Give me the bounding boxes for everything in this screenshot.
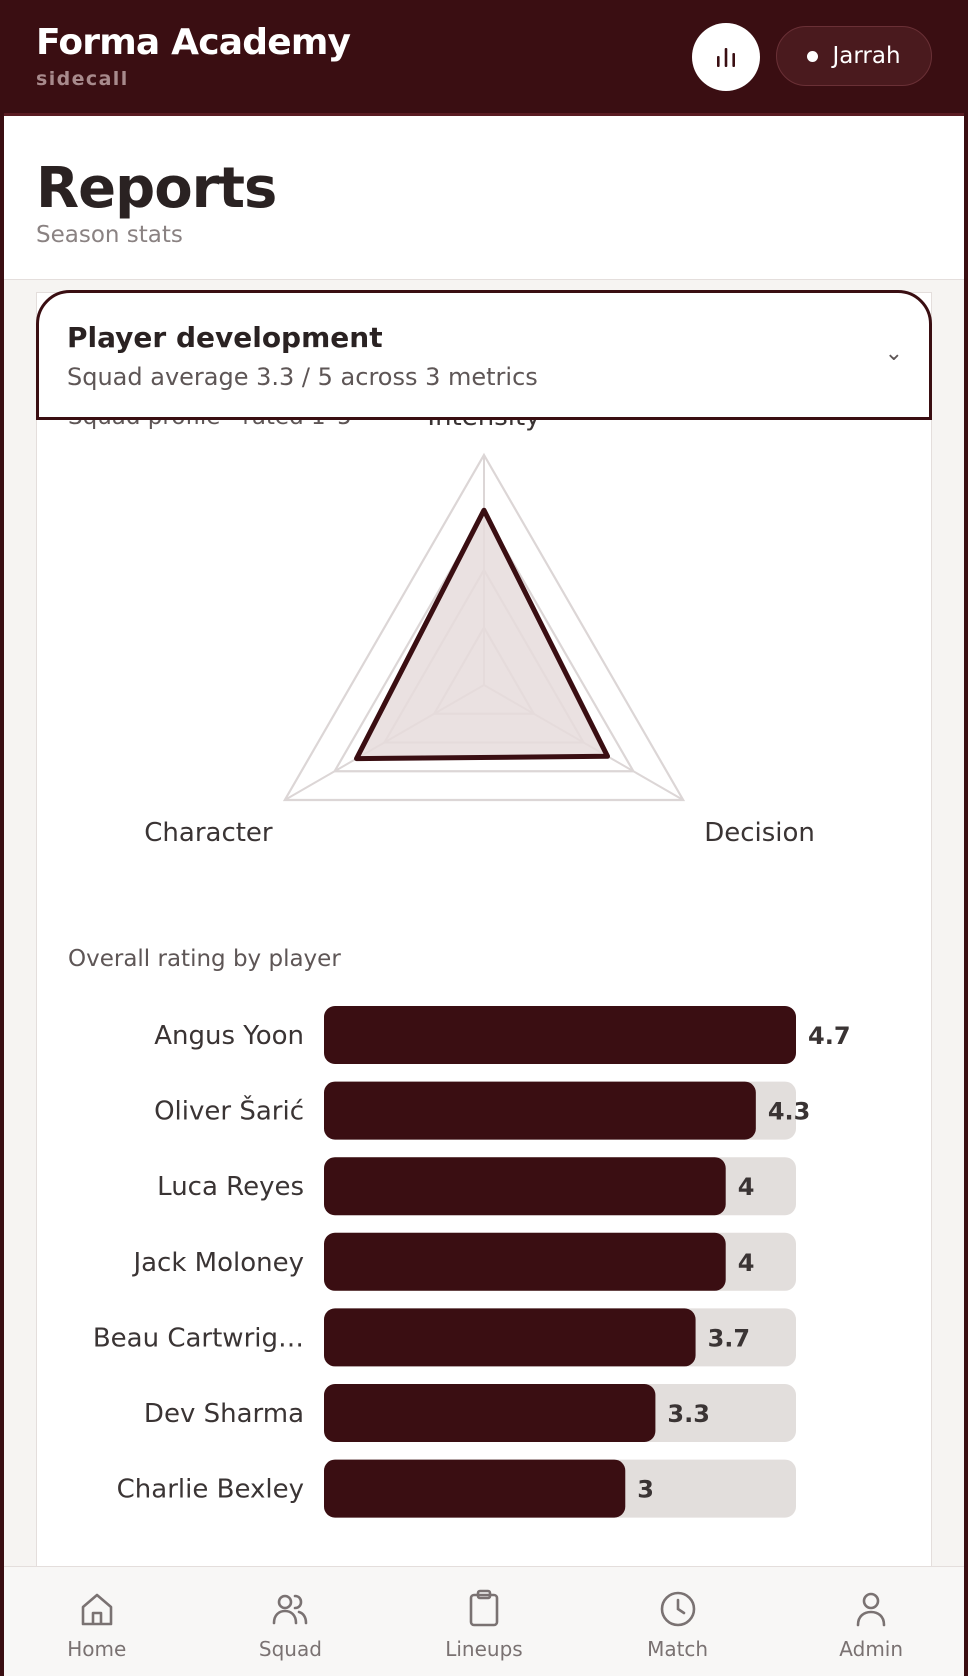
bar-category-label: Jack Moloney xyxy=(131,1248,304,1278)
chevron-down-icon: ⌄ xyxy=(884,341,903,366)
brand-title[interactable]: Forma Academy xyxy=(36,22,351,63)
clipboard-icon xyxy=(469,1589,499,1627)
home-icon xyxy=(81,1593,113,1626)
bar-category-label: Charlie Bexley xyxy=(117,1475,304,1505)
bar-category-label: Angus Yoon xyxy=(154,1021,304,1051)
user-icon xyxy=(856,1592,886,1627)
radar-axis-label: Decision xyxy=(704,818,815,848)
bar-fill xyxy=(324,1384,656,1442)
bar-value-label: 3.7 xyxy=(708,1324,751,1352)
page-title: Reports xyxy=(36,156,277,221)
bottom-nav: Home Squad Lineups Match Admin xyxy=(0,1566,968,1676)
bar-fill xyxy=(324,1459,626,1518)
stats-button[interactable] xyxy=(692,23,760,91)
app-header: Forma Academy sidecall Jarrah xyxy=(0,0,968,116)
bar-value-label: 3.3 xyxy=(667,1400,710,1428)
brand-subtitle: sidecall xyxy=(36,68,129,90)
clock-icon xyxy=(660,1591,695,1627)
status-dot xyxy=(807,50,819,62)
bar-value-label: 4.3 xyxy=(768,1098,811,1126)
nav-admin[interactable]: Admin xyxy=(774,1567,968,1676)
nav-match[interactable]: Match xyxy=(581,1567,775,1676)
bar-category-label: Luca Reyes xyxy=(157,1172,304,1202)
bar-category-label: Oliver Šarić xyxy=(154,1095,304,1127)
nav-squad[interactable]: Squad xyxy=(194,1567,388,1676)
accordion-title: Player development xyxy=(67,321,383,354)
player-development-accordion[interactable]: Player development Squad average 3.3 / 5… xyxy=(36,290,932,420)
bar-value-label: 3 xyxy=(637,1476,654,1504)
nav-label: Home xyxy=(67,1637,127,1661)
nav-label: Admin xyxy=(839,1637,904,1661)
bar-value-label: 4.7 xyxy=(808,1022,851,1050)
player-rating-bar-chart: Angus Yoon 4.7 Oliver Šarić 4.3 Luca Reyes 4 J… xyxy=(93,1006,851,1518)
user-name: Jarrah xyxy=(832,43,901,69)
bar-value-label: 4 xyxy=(738,1249,755,1277)
nav-lineups[interactable]: Lineups xyxy=(387,1567,581,1676)
nav-home[interactable]: Home xyxy=(0,1567,194,1676)
radar-axis-label: Character xyxy=(144,818,273,848)
radar-series-polygon xyxy=(354,507,610,762)
bar-fill xyxy=(324,1081,756,1140)
bar-fill xyxy=(324,1232,726,1291)
accordion-subtitle: Squad average 3.3 / 5 across 3 metrics xyxy=(67,363,538,391)
bar-fill xyxy=(324,1308,696,1367)
bar-chart-icon xyxy=(717,48,735,67)
bar-fill xyxy=(324,1157,726,1216)
nav-label: Squad xyxy=(258,1637,322,1661)
page-header: Reports Season stats xyxy=(4,116,964,280)
bar-value-label: 4 xyxy=(738,1173,755,1201)
page-subtitle: Season stats xyxy=(36,222,183,248)
bar-fill xyxy=(324,1006,796,1064)
bar-category-label: Beau Cartwrig… xyxy=(93,1323,304,1353)
nav-label: Match xyxy=(647,1637,709,1661)
user-menu-button[interactable]: Jarrah xyxy=(776,26,932,86)
users-icon xyxy=(273,1594,308,1625)
bar-chart-label: Overall rating by player xyxy=(68,946,341,972)
content-area: Player development Squad average 3.3 / 5… xyxy=(4,280,964,1566)
nav-label: Lineups xyxy=(445,1637,523,1661)
bar-category-label: Dev Sharma xyxy=(144,1399,304,1429)
